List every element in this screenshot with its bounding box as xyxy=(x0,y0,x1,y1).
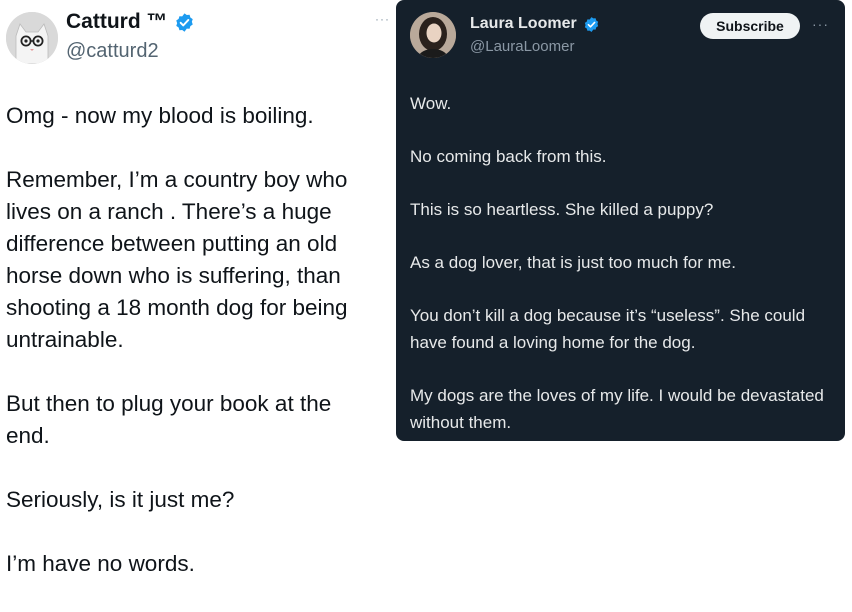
tweet-paragraph: You don’t kill a dog because it’s “usele… xyxy=(410,306,806,352)
catturd-tweet: Catturd ™ @catturd2 ··· Omg - now my blo… xyxy=(0,0,390,587)
tweet-paragraph: I’m have no words. xyxy=(6,551,195,576)
user-handle[interactable]: @LauraLoomer xyxy=(470,38,574,55)
display-name[interactable]: Catturd ™ xyxy=(66,10,168,34)
cat-avatar-icon xyxy=(6,12,58,64)
name-row: Laura Loomer xyxy=(470,15,600,33)
tweet-paragraph: No coming back from this. xyxy=(410,147,607,166)
tweet-text: Wow. No coming back from this. This is s… xyxy=(410,90,830,462)
avatar[interactable] xyxy=(6,12,58,64)
tweet-paragraph: Seriously, is it just me? xyxy=(6,487,235,512)
avatar[interactable] xyxy=(410,12,456,58)
more-options-icon[interactable]: ··· xyxy=(375,12,390,26)
tweet-text: Omg - now my blood is boiling. Remember,… xyxy=(6,100,381,612)
tweet-paragraph: But then to plug your book at the end. xyxy=(6,391,332,448)
more-options-icon[interactable]: ··· xyxy=(812,16,829,32)
verified-badge-icon xyxy=(175,12,193,32)
profile-photo-icon xyxy=(410,12,456,58)
tweet-paragraph: Omg - now my blood is boiling. xyxy=(6,103,314,128)
loomer-tweet: Laura Loomer @LauraLoomer Subscribe ··· … xyxy=(396,0,845,441)
subscribe-button[interactable]: Subscribe xyxy=(700,13,800,39)
tweet-paragraph: This is so heartless. She killed a puppy… xyxy=(410,200,714,219)
verified-badge-icon xyxy=(584,16,598,32)
tweet-paragraph: Remember, I’m a country boy who lives on… xyxy=(6,167,348,352)
user-handle[interactable]: @catturd2 xyxy=(66,40,159,63)
name-row: Catturd ™ xyxy=(66,10,195,34)
display-name[interactable]: Laura Loomer xyxy=(470,15,577,33)
tweet-paragraph: As a dog lover, that is just too much fo… xyxy=(410,253,736,272)
tweet-paragraph: Wow. xyxy=(410,94,452,113)
tweet-paragraph: My dogs are the loves of my life. I woul… xyxy=(410,386,824,432)
